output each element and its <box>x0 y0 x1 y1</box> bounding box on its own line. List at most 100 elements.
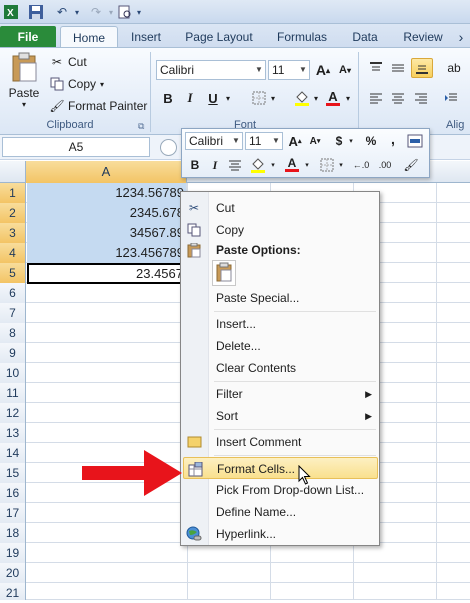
row-header[interactable]: 18 <box>0 523 26 543</box>
orientation-icon[interactable]: ab <box>444 58 464 78</box>
shrink-font-icon[interactable]: A ▾ <box>306 132 324 150</box>
fill-color-icon[interactable] <box>248 156 268 174</box>
ribbon-scroll-icon[interactable]: › <box>454 26 468 48</box>
bold-icon[interactable]: B <box>158 88 178 108</box>
underline-dropdown-icon[interactable]: ▾ <box>223 88 233 108</box>
paste-button[interactable]: Paste ▾ <box>6 52 42 114</box>
tab-data[interactable]: Data <box>348 26 382 48</box>
fill-color-dropdown-icon[interactable]: ▾ <box>311 88 321 108</box>
print-preview-icon[interactable] <box>116 3 134 21</box>
align-middle-icon[interactable] <box>388 58 408 78</box>
tab-insert[interactable]: Insert <box>124 26 168 48</box>
menu-item-insert-comment[interactable]: Insert Comment <box>183 431 378 453</box>
shrink-font-icon[interactable]: A ▾ <box>335 60 355 80</box>
cell-a5[interactable]: 23.4567 <box>27 263 187 284</box>
menu-item-sort[interactable]: Sort ▶ <box>183 405 378 427</box>
comma-icon[interactable]: , <box>386 130 400 148</box>
row-header[interactable]: 17 <box>0 503 26 523</box>
redo-icon[interactable]: ↷ <box>86 3 106 21</box>
underline-icon[interactable]: U <box>203 88 223 108</box>
menu-item-copy[interactable]: Copy <box>183 219 378 241</box>
column-header-a[interactable]: A <box>26 161 187 183</box>
row-header[interactable]: 21 <box>0 583 26 600</box>
currency-icon[interactable]: $ <box>332 132 346 150</box>
paste-option-button[interactable] <box>212 260 236 286</box>
align-bottom-icon[interactable] <box>411 58 433 78</box>
row-header[interactable]: 12 <box>0 403 26 423</box>
undo-icon[interactable]: ↶ <box>52 3 72 21</box>
font-name-combo[interactable]: Calibri ▼ <box>156 60 266 80</box>
percent-icon[interactable]: % <box>362 132 380 150</box>
menu-item-paste-special[interactable]: Paste Special... <box>183 287 378 309</box>
menu-item-hyperlink[interactable]: Hyperlink... <box>183 523 378 545</box>
bold-icon[interactable]: B <box>186 156 204 174</box>
tab-file[interactable]: File <box>0 26 56 48</box>
font-color-icon[interactable]: A <box>323 88 343 108</box>
row-header[interactable]: 10 <box>0 363 26 383</box>
row-header[interactable]: 11 <box>0 383 26 403</box>
copy-button[interactable]: Copy ▾ <box>48 75 104 93</box>
menu-item-define-name[interactable]: Define Name... <box>183 501 378 523</box>
borders-icon[interactable] <box>249 88 269 108</box>
menu-item-insert[interactable]: Insert... <box>183 313 378 335</box>
row-header[interactable]: 19 <box>0 543 26 563</box>
row-header[interactable]: 2 <box>0 203 26 223</box>
menu-item-delete[interactable]: Delete... <box>183 335 378 357</box>
italic-icon[interactable]: I <box>206 156 224 174</box>
currency-dropdown-icon[interactable]: ▾ <box>346 132 356 150</box>
font-color-icon[interactable]: A <box>282 155 302 173</box>
tab-page-layout[interactable]: Page Layout <box>182 26 256 48</box>
fill-color-icon[interactable] <box>292 88 312 108</box>
cut-button[interactable]: ✂ Cut <box>48 53 87 71</box>
row-header[interactable]: 4 <box>0 243 26 263</box>
font-size-combo[interactable]: 11 ▼ <box>268 60 310 80</box>
row-header[interactable]: 9 <box>0 343 26 363</box>
increase-decimal-icon[interactable]: ←.0 <box>350 156 372 174</box>
clipboard-dialog-launcher-icon[interactable]: ⧉ <box>138 121 144 132</box>
name-box[interactable]: A5 <box>2 137 150 157</box>
mini-font-name-combo[interactable]: Calibri ▼ <box>185 132 243 150</box>
row-header[interactable]: 13 <box>0 423 26 443</box>
row-header[interactable]: 6 <box>0 283 26 303</box>
tab-formulas[interactable]: Formulas <box>270 26 334 48</box>
italic-icon[interactable]: I <box>180 88 200 108</box>
cell-a4[interactable]: 123.456789 <box>27 243 187 263</box>
format-painter-button[interactable]: 🖌 Format Painter <box>48 97 147 115</box>
align-top-icon[interactable] <box>366 58 386 78</box>
fill-color-dropdown-icon[interactable]: ▾ <box>268 156 278 174</box>
row-header[interactable]: 5 <box>0 263 26 283</box>
paintbrush-icon[interactable]: 🖌 <box>402 156 420 174</box>
redo-dropdown-icon[interactable]: ▾ <box>106 3 116 21</box>
cell-a3[interactable]: 34567.89 <box>27 223 187 243</box>
indent-icon[interactable] <box>441 88 461 108</box>
center-text-icon[interactable] <box>226 156 244 174</box>
undo-dropdown-icon[interactable]: ▾ <box>72 3 82 21</box>
row-header[interactable]: 7 <box>0 303 26 323</box>
menu-item-clear-contents[interactable]: Clear Contents <box>183 357 378 379</box>
row-header[interactable]: 16 <box>0 483 26 503</box>
menu-item-filter[interactable]: Filter ▶ <box>183 383 378 405</box>
align-left-icon[interactable] <box>366 88 386 108</box>
borders-dropdown-icon[interactable]: ▾ <box>268 88 278 108</box>
font-color-dropdown-icon[interactable]: ▾ <box>302 156 312 174</box>
select-all-corner[interactable] <box>0 161 26 183</box>
menu-item-pick-from-list[interactable]: Pick From Drop-down List... <box>183 479 378 501</box>
align-right-icon[interactable] <box>411 88 431 108</box>
borders-dropdown-icon[interactable]: ▾ <box>336 156 346 174</box>
cell-a2[interactable]: 2345.678 <box>27 203 187 223</box>
menu-item-format-cells[interactable]: Format Cells... <box>183 457 378 479</box>
row-header[interactable]: 15 <box>0 463 26 483</box>
decrease-decimal-icon[interactable]: .00 <box>374 156 396 174</box>
font-color-dropdown-icon[interactable]: ▾ <box>343 88 353 108</box>
row-header[interactable]: 1 <box>0 183 26 203</box>
grow-font-icon[interactable]: A ▴ <box>313 60 333 80</box>
row-header[interactable]: 3 <box>0 223 26 243</box>
formula-bar-expand-icon[interactable] <box>160 139 177 156</box>
customize-qat-icon[interactable]: ▾ <box>134 3 144 21</box>
save-icon[interactable] <box>28 3 44 21</box>
tab-home[interactable]: Home <box>60 26 118 48</box>
row-header[interactable]: 20 <box>0 563 26 583</box>
align-center-icon[interactable] <box>388 88 408 108</box>
row-header[interactable]: 8 <box>0 323 26 343</box>
borders-icon[interactable] <box>318 156 336 174</box>
